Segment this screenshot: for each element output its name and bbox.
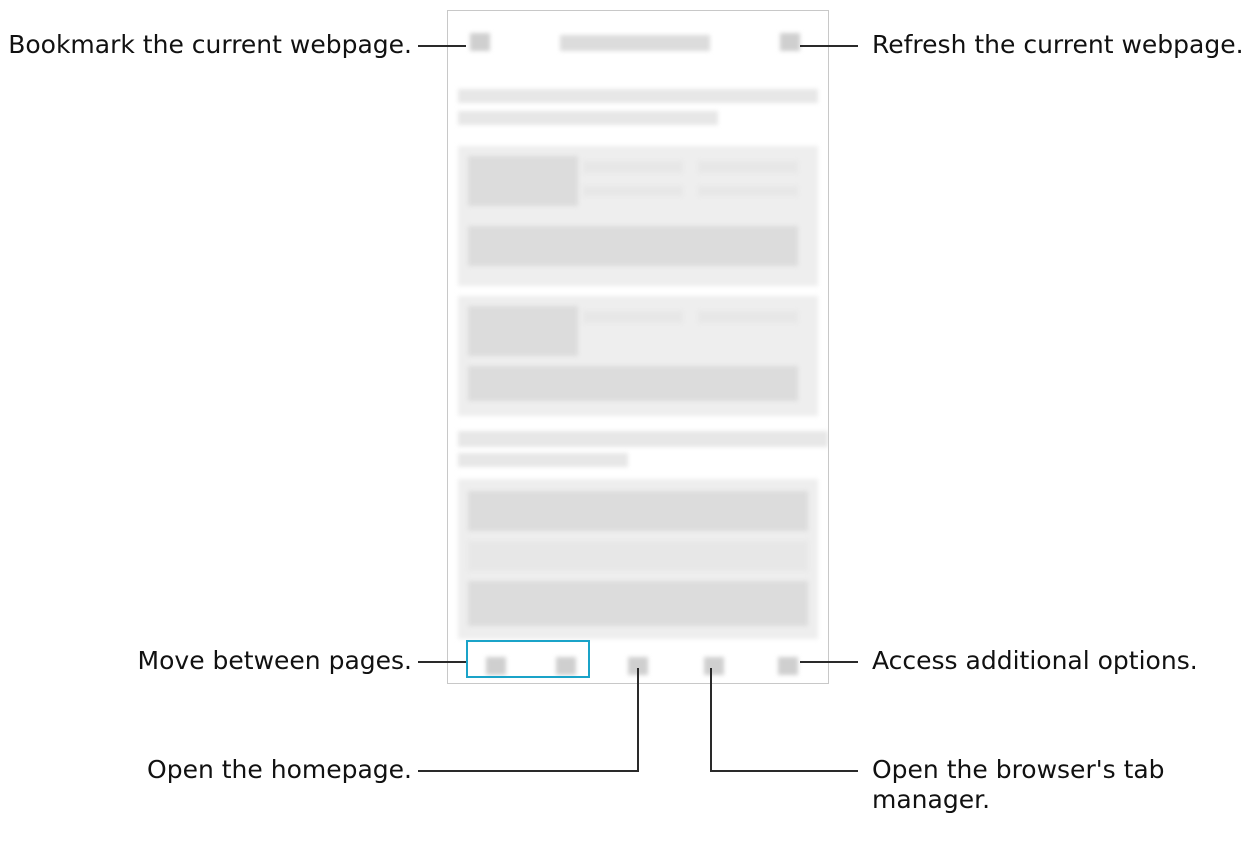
content-block — [698, 311, 798, 323]
content-block — [583, 161, 683, 173]
address-bar[interactable] — [560, 35, 710, 51]
content-block — [468, 156, 578, 206]
refresh-icon[interactable] — [780, 33, 800, 51]
content-block — [458, 453, 628, 467]
content-block — [583, 311, 683, 323]
page-navigation-highlight — [466, 640, 590, 678]
refresh-callout: Refresh the current webpage. — [872, 30, 1244, 59]
bookmark-leader-line — [418, 45, 466, 47]
content-block — [583, 186, 683, 196]
content-block — [468, 581, 808, 626]
more-options-icon[interactable] — [778, 657, 798, 675]
tab-manager-callout: Open the browser's tab manager. — [872, 755, 1165, 814]
homepage-callout: Open the homepage. — [147, 755, 412, 784]
move-pages-callout: Move between pages. — [137, 646, 412, 675]
homepage-leader-horizontal — [418, 770, 639, 772]
options-leader-line — [800, 661, 858, 663]
tabs-icon[interactable] — [704, 657, 724, 675]
refresh-leader-line — [800, 45, 858, 47]
additional-options-callout: Access additional options. — [872, 646, 1198, 675]
browser-screenshot — [447, 10, 829, 684]
bookmark-icon[interactable] — [470, 33, 490, 51]
content-block — [458, 111, 718, 125]
tab-manager-leader-vertical — [710, 668, 712, 772]
content-block — [698, 161, 798, 173]
content-block — [458, 89, 818, 103]
content-block — [468, 541, 808, 571]
diagram: Bookmark the current webpage. Refresh th… — [0, 0, 1244, 864]
content-block — [468, 366, 798, 401]
move-pages-leader-line — [418, 661, 466, 663]
content-block — [458, 431, 828, 447]
bookmark-callout: Bookmark the current webpage. — [8, 30, 412, 59]
content-block — [468, 306, 578, 356]
tab-manager-leader-horizontal — [710, 770, 858, 772]
content-block — [698, 186, 798, 196]
content-block — [468, 491, 808, 531]
homepage-leader-vertical — [637, 668, 639, 772]
content-block — [468, 226, 798, 266]
